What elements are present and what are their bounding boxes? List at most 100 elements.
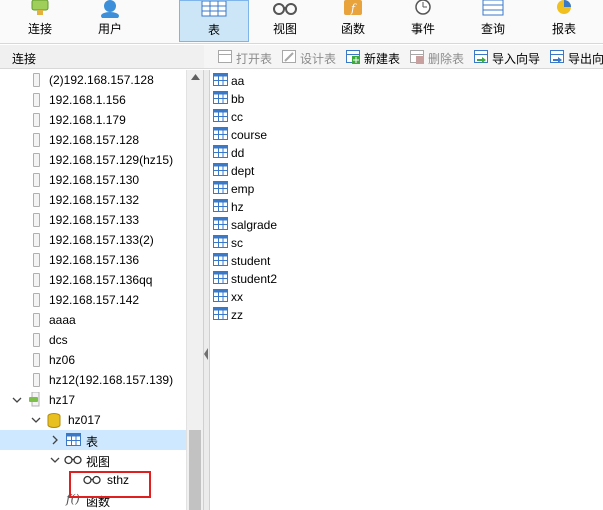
connection-item[interactable]: 192.168.1.156 [0,90,186,110]
query-icon [482,0,504,16]
chevron-down-icon[interactable] [50,455,60,465]
object-toolbar: 打开表 设计表 新建表 删除表 导入向导 导出向 [204,45,603,69]
connection-item[interactable]: aaaa [0,310,186,330]
table-icon [213,145,229,162]
function-button[interactable]: f 函数 [323,0,383,42]
design-table-label: 设计表 [300,52,337,66]
connection-item[interactable]: dcs [0,330,186,350]
connection-item[interactable]: 192.168.157.142 [0,290,186,310]
database-item[interactable]: hz017 [0,410,186,430]
connect-label: 连接 [27,22,52,36]
table-item-label: zz [231,308,243,322]
connection-icon [33,73,40,87]
functions-node-label: 函数 [86,495,111,509]
table-icon [201,1,227,17]
panel-splitter[interactable] [203,70,210,510]
connection-icon [33,353,40,367]
connection-item[interactable]: 192.168.157.136qq [0,270,186,290]
connection-icon [33,93,40,107]
open-table-icon [218,50,232,63]
table-button[interactable]: 表 [179,0,249,42]
connection-item[interactable]: hz12(192.168.157.139) [0,370,186,390]
connection-icon [33,113,40,127]
table-item-label: course [231,128,268,142]
table-item-label: aa [231,74,245,88]
export-wizard-label: 导出向 [568,52,603,66]
table-icon [213,73,229,90]
event-button[interactable]: 事件 [393,0,453,42]
open-table-label: 打开表 [236,52,273,66]
table-label: 表 [207,23,220,37]
report-icon [557,0,571,14]
connection-icon [33,133,40,147]
connection-item[interactable]: 192.168.1.179 [0,110,186,130]
database-label: hz017 [68,413,101,427]
connection-item[interactable]: 192.168.157.128 [0,130,186,150]
tree-scrollbar[interactable] [186,70,203,510]
glasses-icon [83,475,101,485]
table-icon [213,163,229,180]
user-button[interactable]: 用户 [80,0,140,42]
table-icon [213,271,229,288]
event-label: 事件 [410,22,435,36]
table-item-label: cc [231,110,243,124]
functions-node[interactable]: f() 函数 [0,490,186,510]
connection-item[interactable]: (2)192.168.157.128 [0,70,186,90]
tables-node[interactable]: 表 [0,430,186,450]
table-item-label: bb [231,92,245,106]
table-icon [213,91,229,108]
connection-item[interactable]: 192.168.157.132 [0,190,186,210]
function-icon: f [344,0,362,15]
scroll-up-icon[interactable] [191,74,200,80]
query-button[interactable]: 查询 [463,0,523,42]
table-item-label: dd [231,146,245,160]
table-icon [213,181,229,198]
view-item[interactable]: sthz [0,470,186,490]
connection-icon [33,273,40,287]
table-icon [213,307,229,324]
delete-table-icon [410,50,424,64]
connection-icon [33,233,40,247]
chevron-down-icon[interactable] [12,395,22,405]
glasses-icon [64,455,82,465]
table-list: aa bb cc course dd dept emp hz salgrade sc student… [210,70,603,510]
connection-icon [33,253,40,267]
connection-item-open[interactable]: hz17 [0,390,186,410]
table-icon [213,235,229,252]
scrollbar-thumb[interactable] [189,430,201,510]
chevron-down-icon[interactable] [31,415,41,425]
connection-icon [33,173,40,187]
view-button[interactable]: 视图 [255,0,315,42]
delete-table-label: 删除表 [428,52,465,66]
table-item-label: xx [231,290,243,304]
new-table-icon [346,50,360,64]
table-icon [66,433,81,446]
query-label: 查询 [480,22,505,36]
connection-icon [33,213,40,227]
connection-item[interactable]: 192.168.157.136 [0,250,186,270]
function-label: 函数 [340,22,365,36]
table-item-label: student2 [231,272,278,286]
table-item-label: salgrade [231,218,278,232]
user-label: 用户 [97,22,122,36]
collapse-arrow-icon[interactable] [204,348,209,360]
export-icon [550,50,564,63]
views-node[interactable]: 视图 [0,450,186,470]
main-toolbar: 连接 用户 表 视图 f 函数 事件 查询 报表 [0,0,603,44]
import-icon [474,50,488,63]
connect-button[interactable]: 连接 [10,0,70,42]
connection-icon [33,313,40,327]
table-icon [213,253,229,270]
connection-item[interactable]: 192.168.157.129(hz15) [0,150,186,170]
chevron-right-icon[interactable] [50,435,60,445]
connection-item[interactable]: 192.168.157.133 [0,210,186,230]
clock-icon [415,0,431,15]
function-icon: f() [66,492,80,506]
connection-icon [33,333,40,347]
table-icon [213,199,229,216]
connection-item[interactable]: hz06 [0,350,186,370]
connection-item[interactable]: 192.168.157.133(2) [0,230,186,250]
report-button[interactable]: 报表 [533,0,595,42]
connection-tree: (2)192.168.157.128 192.168.1.156 192.168… [0,70,186,510]
connection-item[interactable]: 192.168.157.130 [0,170,186,190]
